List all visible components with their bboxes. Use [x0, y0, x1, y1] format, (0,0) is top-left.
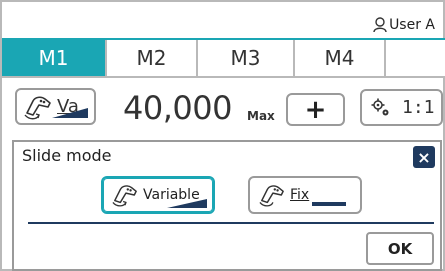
tab-m2[interactable]: M2	[107, 40, 198, 76]
increase-speed-button[interactable]: +	[286, 93, 345, 126]
slide-mode-dialog: Slide mode × Variable Fix OK	[12, 140, 442, 271]
dialog-divider	[28, 222, 434, 224]
user-name: User A	[389, 17, 435, 33]
ramp-icon	[167, 199, 207, 208]
tab-m3[interactable]: M3	[198, 40, 295, 76]
foot-pedal-icon	[259, 185, 284, 207]
fix-mode-option[interactable]: Fix	[248, 176, 362, 214]
fixed-level-bar	[312, 202, 346, 206]
slide-mode-button[interactable]: Va	[15, 88, 96, 125]
speed-suffix: Max	[247, 109, 275, 123]
gear-ratio-value: 1:1	[402, 97, 435, 118]
user-indicator[interactable]: User A	[373, 17, 435, 33]
fix-option-label: Fix	[290, 187, 310, 203]
foot-pedal-icon	[24, 95, 51, 119]
tab-m4[interactable]: M4	[295, 40, 386, 76]
memory-tabs: M1 M2 M3 M4	[2, 38, 445, 78]
device-screen: User A M1 M2 M3 M4 Va 40,000 Max + 1:1 S…	[0, 0, 445, 271]
tab-m1[interactable]: M1	[2, 40, 107, 76]
user-icon	[373, 17, 387, 33]
foot-pedal-icon	[112, 185, 137, 207]
ramp-icon	[52, 108, 88, 118]
variable-mode-option[interactable]: Variable	[101, 176, 215, 214]
ok-button[interactable]: OK	[366, 232, 434, 265]
tab-empty	[386, 40, 445, 76]
close-button[interactable]: ×	[413, 146, 435, 168]
gear-ratio-button[interactable]: 1:1	[360, 89, 443, 126]
speed-value: 40,000	[123, 89, 232, 127]
dialog-title: Slide mode	[22, 146, 112, 165]
gears-icon	[371, 98, 389, 115]
